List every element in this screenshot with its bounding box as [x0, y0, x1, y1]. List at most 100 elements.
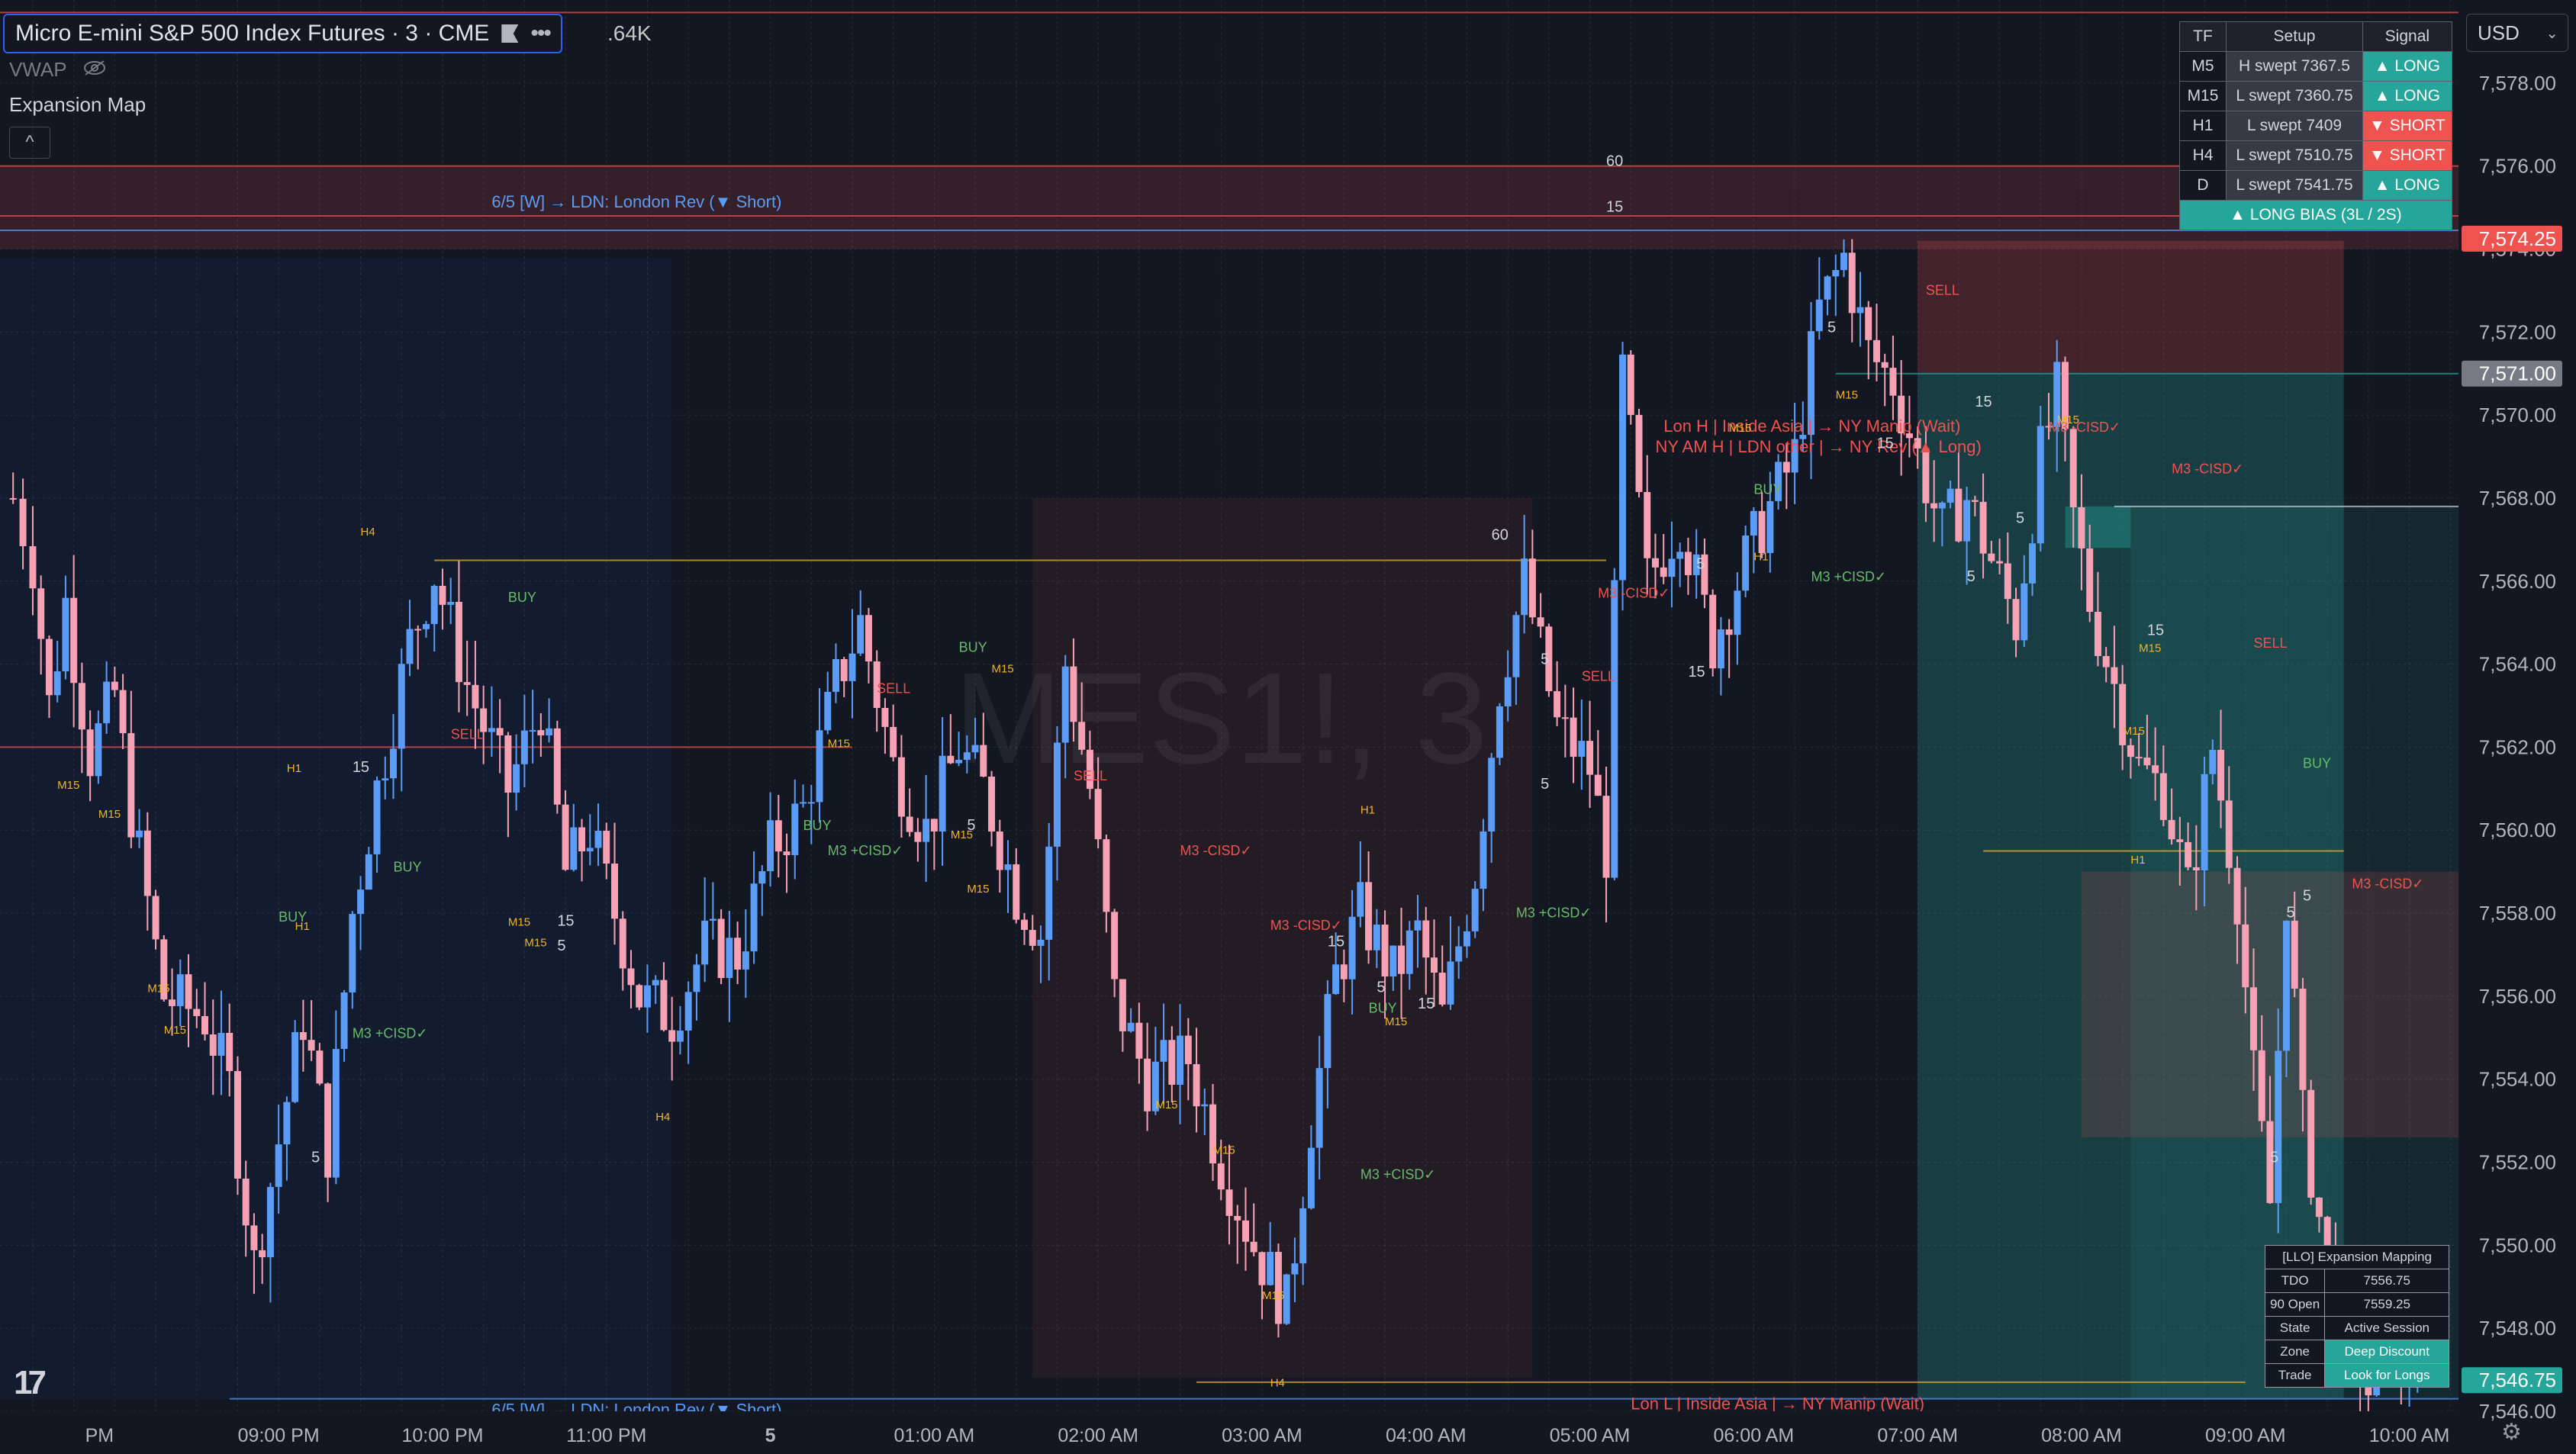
collapse-indicators-button[interactable]: ^ [9, 127, 50, 159]
candle-body [1554, 691, 1561, 718]
symbol-title[interactable]: Micro E-mini S&P 500 Index Futures · 3 ·… [15, 21, 489, 47]
candle-body [1561, 717, 1569, 719]
chart-annotation: 5 [1696, 555, 1705, 572]
chart-annotation: 15 [353, 759, 369, 776]
candle-body [2143, 758, 2151, 766]
indicator-vwap[interactable]: VWAP [9, 58, 107, 82]
candle-body [529, 730, 536, 732]
chart-annotation: H1 [295, 920, 310, 933]
candle-body [45, 639, 53, 696]
x-tick-label: 09:00 PM [238, 1425, 320, 1446]
y-tick-label: 7,548.00 [2479, 1317, 2556, 1340]
mapping-table: [LLO] Expansion Mapping TDO 7556.75 90 O… [2264, 1245, 2450, 1388]
candle-body [1742, 535, 1750, 591]
candle-body [53, 671, 61, 696]
tf-cell: D [2179, 170, 2227, 201]
candle-body [857, 615, 865, 654]
symbol-title-box[interactable]: Micro E-mini S&P 500 Index Futures · 3 ·… [3, 14, 652, 53]
candle-body [1824, 276, 1831, 300]
candle-body [1357, 882, 1364, 917]
chart-annotation: M15 [1155, 1099, 1177, 1111]
candle-body [1815, 299, 1823, 332]
mapping-key: Trade [2264, 1363, 2326, 1388]
candle-body [939, 755, 946, 832]
candle-body [1160, 1040, 1167, 1062]
volume-value: .64K [607, 21, 652, 45]
candle-body [390, 748, 398, 779]
candle-body [2185, 841, 2192, 867]
candle-body [1234, 1215, 1241, 1221]
candle-body [242, 1179, 250, 1226]
chart-annotation: M15 [98, 808, 121, 821]
candle-body [143, 830, 151, 896]
chart-annotation: 5 [1827, 319, 1836, 336]
chart-annotation: BUY [508, 590, 536, 605]
candle-body [2069, 429, 2077, 508]
candle-body [1365, 882, 1373, 951]
candle-body [988, 777, 996, 832]
candle-body [1676, 552, 1684, 559]
candle-body [1709, 594, 1717, 669]
candle-body [520, 730, 528, 764]
flag-icon[interactable] [501, 24, 519, 43]
bias-cell: ▲ LONG BIAS (3L / 2S) [2179, 200, 2452, 230]
chart-annotation: M15 [951, 828, 973, 841]
candle-body [1758, 510, 1766, 553]
chart-annotation: 5 [2303, 888, 2311, 905]
setup-cell: L swept 7409 [2226, 111, 2363, 141]
zone-box [2065, 506, 2131, 548]
y-tick-label: 7,562.00 [2479, 735, 2556, 758]
chart-annotation: BUY [2303, 756, 2331, 771]
currency-select[interactable]: USD ⌄ [2466, 14, 2568, 52]
chart-annotation: 15 [557, 912, 574, 929]
candle-body [2168, 819, 2175, 840]
currency-label: USD [2478, 21, 2520, 44]
candle-body [1217, 1163, 1225, 1190]
candle-body [1602, 796, 1610, 878]
mapping-key: State [2264, 1316, 2326, 1340]
candle-body [914, 832, 922, 842]
tradingview-logo[interactable]: 17 [14, 1364, 47, 1402]
candle-body [897, 757, 905, 817]
indicator-expansion-map[interactable]: Expansion Map [9, 93, 146, 117]
chart-annotation: BUY [959, 639, 987, 655]
candle-body [546, 728, 553, 736]
candle-body [1135, 1022, 1143, 1059]
candle-body [1635, 414, 1643, 492]
candle-body [340, 992, 348, 1050]
candle-body [1734, 590, 1741, 635]
more-icon[interactable]: ••• [530, 21, 551, 47]
y-tick-label: 7,568.00 [2479, 487, 2556, 510]
candle-body [373, 780, 381, 854]
x-tick-label: 02:00 AM [1058, 1425, 1138, 1446]
candle-body [2004, 563, 2011, 600]
candle-body [1963, 500, 1971, 542]
candle-body [2282, 920, 2290, 1051]
candle-body [1840, 253, 1847, 270]
eye-off-icon[interactable] [82, 58, 107, 82]
candle-body [1586, 741, 1594, 775]
mapping-title: [LLO] Expansion Mapping [2264, 1245, 2450, 1269]
gear-icon[interactable]: ⚙ [2501, 1419, 2522, 1446]
chart-annotation: M15 [1213, 1144, 1235, 1157]
chart-annotation: SELL [2254, 635, 2288, 651]
candle-body [1021, 919, 1028, 930]
candle-body [1373, 925, 1380, 951]
candle-body [930, 819, 938, 832]
chart-annotation: M15 [147, 982, 169, 995]
chart-annotation: Lon L | Inside Asia | → NY Manip (Wait) [1631, 1394, 1924, 1413]
mapping-value: 7559.25 [2324, 1292, 2450, 1317]
candle-body [217, 1032, 225, 1056]
candle-body [627, 968, 635, 986]
candle-body [2192, 867, 2200, 870]
chart-annotation: 15 [1688, 664, 1705, 680]
signal-cell: ▼ SHORT [2362, 140, 2452, 171]
candle-body [119, 690, 127, 734]
candle-body [266, 1186, 274, 1258]
candle-body [1644, 491, 1651, 558]
table-row: 90 Open 7559.25 [2264, 1292, 2450, 1317]
candle-body [1471, 889, 1479, 931]
y-tick-label: 7,576.00 [2479, 155, 2556, 178]
time-axis[interactable]: PM 09:00 PM 10:00 PM 11:00 PM 5 01:00 AM 02:00… [85, 1425, 2450, 1446]
y-tick-label: 7,556.00 [2479, 985, 2556, 1008]
